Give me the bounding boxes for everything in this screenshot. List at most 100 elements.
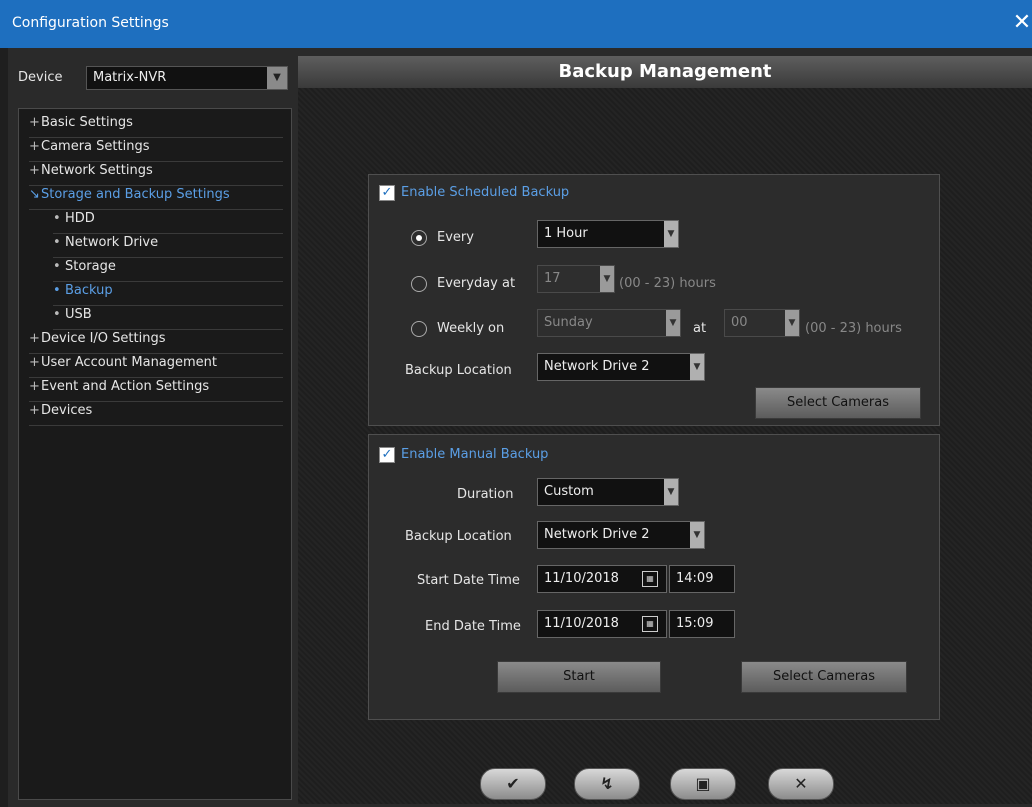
enable-scheduled-backup-label: Enable Scheduled Backup xyxy=(401,185,570,200)
tree-item-label: Devices xyxy=(41,403,93,418)
expand-icon[interactable]: + xyxy=(29,403,41,418)
tree-item-basic-settings[interactable]: +Basic Settings xyxy=(29,115,283,138)
scheduled-location-label: Backup Location xyxy=(405,363,512,378)
chevron-down-icon[interactable]: ▼ xyxy=(664,479,678,505)
end-time-value: 15:09 xyxy=(676,616,714,631)
start-datetime-label: Start Date Time xyxy=(417,573,520,588)
bullet-icon: • xyxy=(53,235,61,250)
every-radio[interactable] xyxy=(411,230,427,246)
end-time-field[interactable]: 15:09 xyxy=(669,610,735,638)
apply-button[interactable]: ✔ xyxy=(480,768,546,800)
enable-manual-backup-label: Enable Manual Backup xyxy=(401,447,549,462)
bullet-icon: • xyxy=(53,307,61,322)
chevron-down-icon[interactable]: ▼ xyxy=(666,310,680,336)
save-button[interactable]: ▣ xyxy=(670,768,736,800)
end-datetime-label: End Date Time xyxy=(425,619,521,634)
refresh-icon: ↯ xyxy=(600,774,614,793)
manual-location-value: Network Drive 2 xyxy=(544,527,650,542)
duration-select[interactable]: Custom ▼ xyxy=(537,478,679,506)
chevron-down-icon[interactable]: ▼ xyxy=(690,354,704,380)
manual-location-label: Backup Location xyxy=(405,529,512,544)
expand-icon[interactable]: + xyxy=(29,115,41,130)
chevron-down-icon[interactable]: ▼ xyxy=(664,221,678,247)
save-icon: ▣ xyxy=(695,774,711,793)
start-date-value: 11/10/2018 xyxy=(544,571,619,586)
enable-scheduled-backup-checkbox[interactable]: ✓ xyxy=(379,185,395,201)
tree-item-label: User Account Management xyxy=(41,355,218,370)
collapse-icon[interactable]: ↘ xyxy=(29,187,41,202)
every-select[interactable]: 1 Hour ▼ xyxy=(537,220,679,248)
start-time-field[interactable]: 14:09 xyxy=(669,565,735,593)
start-date-field[interactable]: 11/10/2018 ▦ xyxy=(537,565,667,593)
expand-icon[interactable]: + xyxy=(29,379,41,394)
device-select-value: Matrix-NVR xyxy=(93,70,167,85)
tree-item-label: HDD xyxy=(65,211,95,226)
weekly-day-select[interactable]: Sunday ▼ xyxy=(537,309,681,337)
weekly-at-label: at xyxy=(693,321,707,336)
tree-item-label: Basic Settings xyxy=(41,115,133,130)
chevron-down-icon[interactable]: ▼ xyxy=(785,310,799,336)
tree-item-network-drive[interactable]: • Network Drive xyxy=(53,235,283,258)
manual-select-cameras-button[interactable]: Select Cameras xyxy=(741,661,907,693)
tree-item-user-account-management[interactable]: +User Account Management xyxy=(29,355,283,378)
tree-item-label: Device I/O Settings xyxy=(41,331,166,346)
everyday-hour-select[interactable]: 17 ▼ xyxy=(537,265,615,293)
everyday-hours-hint: (00 - 23) hours xyxy=(619,276,716,291)
tree-item-device-io-settings[interactable]: +Device I/O Settings xyxy=(29,331,283,354)
enable-manual-backup-checkbox[interactable]: ✓ xyxy=(379,447,395,463)
chevron-down-icon[interactable]: ▼ xyxy=(267,67,287,89)
tree-item-storage-backup-settings[interactable]: ↘Storage and Backup Settings xyxy=(29,187,283,210)
tree-item-event-action-settings[interactable]: +Event and Action Settings xyxy=(29,379,283,402)
chevron-down-icon[interactable]: ▼ xyxy=(690,522,704,548)
cancel-button[interactable]: ✕ xyxy=(768,768,834,800)
tree-item-network-settings[interactable]: +Network Settings xyxy=(29,163,283,186)
tree-item-label: Storage xyxy=(65,259,116,274)
everyday-radio[interactable] xyxy=(411,276,427,292)
tree-item-camera-settings[interactable]: +Camera Settings xyxy=(29,139,283,162)
weekly-hours-hint: (00 - 23) hours xyxy=(805,321,902,336)
window-title: Configuration Settings xyxy=(12,15,169,31)
sidebar: Device Matrix-NVR ▼ +Basic Settings +Cam… xyxy=(8,56,292,804)
calendar-icon[interactable]: ▦ xyxy=(642,571,658,587)
manual-location-select[interactable]: Network Drive 2 ▼ xyxy=(537,521,705,549)
calendar-icon[interactable]: ▦ xyxy=(642,616,658,632)
tree-item-label: Network Settings xyxy=(41,163,153,178)
tree-item-hdd[interactable]: • HDD xyxy=(53,211,283,234)
weekly-hour-value: 00 xyxy=(731,315,748,330)
bullet-icon: • xyxy=(53,259,61,274)
bullet-icon: • xyxy=(53,283,61,298)
every-label: Every xyxy=(437,230,474,245)
apply-icon: ✔ xyxy=(506,774,520,793)
everyday-label: Everyday at xyxy=(437,276,516,291)
tree-item-devices[interactable]: +Devices xyxy=(29,403,283,426)
cancel-icon: ✕ xyxy=(794,774,808,793)
tree-item-usb[interactable]: • USB xyxy=(53,307,283,330)
end-date-value: 11/10/2018 xyxy=(544,616,619,631)
expand-icon[interactable]: + xyxy=(29,139,41,154)
main-content: Backup Management ✓ Enable Scheduled Bac… xyxy=(298,56,1032,804)
tree-item-label: Camera Settings xyxy=(41,139,150,154)
expand-icon[interactable]: + xyxy=(29,331,41,346)
weekly-label: Weekly on xyxy=(437,321,505,336)
duration-label: Duration xyxy=(457,487,514,502)
scheduled-select-cameras-button[interactable]: Select Cameras xyxy=(755,387,921,419)
tree-item-label: Storage and Backup Settings xyxy=(41,187,230,202)
page-title: Backup Management xyxy=(298,56,1032,88)
expand-icon[interactable]: + xyxy=(29,355,41,370)
tree-item-backup[interactable]: • Backup xyxy=(53,283,283,306)
chevron-down-icon[interactable]: ▼ xyxy=(600,266,614,292)
start-backup-button[interactable]: Start xyxy=(497,661,661,693)
duration-select-value: Custom xyxy=(544,484,594,499)
weekly-radio[interactable] xyxy=(411,321,427,337)
settings-tree: +Basic Settings +Camera Settings +Networ… xyxy=(18,108,292,800)
tree-item-storage[interactable]: • Storage xyxy=(53,259,283,282)
close-icon[interactable]: ✕ xyxy=(1012,10,1032,35)
scheduled-location-select[interactable]: Network Drive 2 ▼ xyxy=(537,353,705,381)
refresh-button[interactable]: ↯ xyxy=(574,768,640,800)
end-date-field[interactable]: 11/10/2018 ▦ xyxy=(537,610,667,638)
device-select[interactable]: Matrix-NVR ▼ xyxy=(86,66,288,90)
scheduled-backup-panel: ✓ Enable Scheduled Backup Every 1 Hour ▼… xyxy=(368,174,940,426)
title-bar: Configuration Settings ✕ xyxy=(0,0,1032,48)
weekly-hour-select[interactable]: 00 ▼ xyxy=(724,309,800,337)
expand-icon[interactable]: + xyxy=(29,163,41,178)
